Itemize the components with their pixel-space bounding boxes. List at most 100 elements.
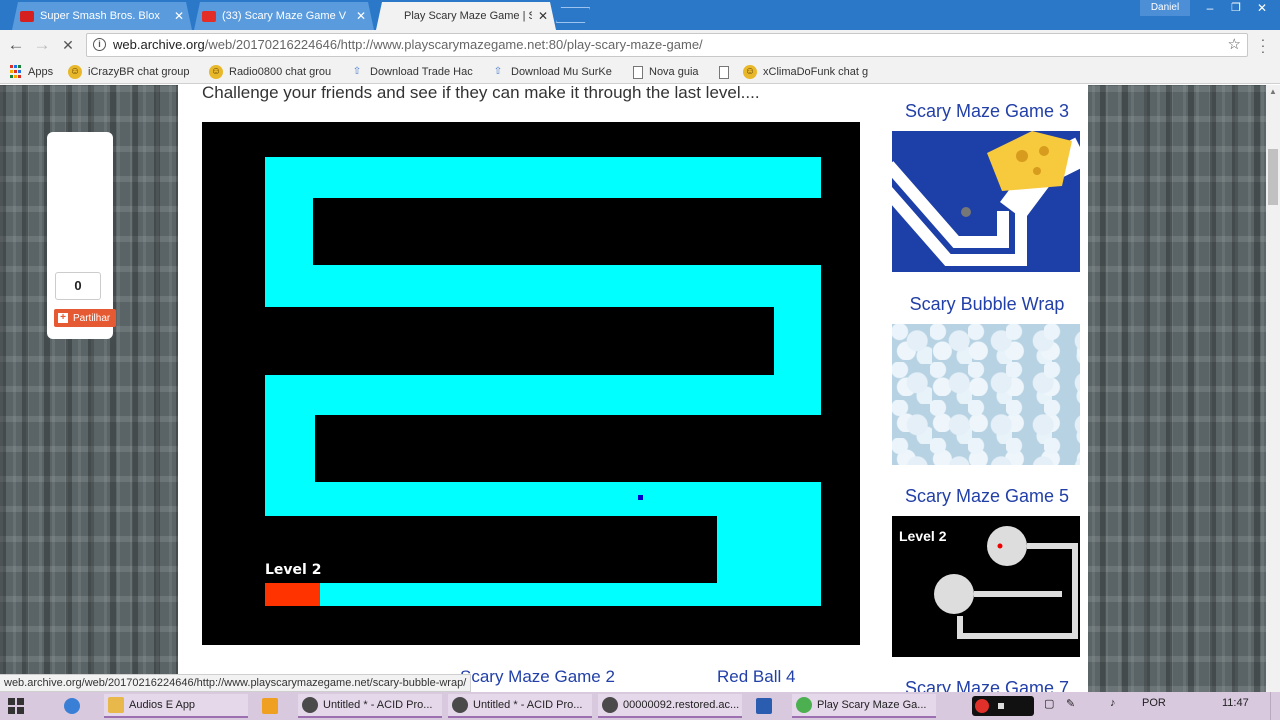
- main-content: Challenge your friends and see if they c…: [178, 85, 1088, 692]
- taskbar-item-label: Untitled * - ACID Pro...: [473, 699, 583, 711]
- intro-text: Challenge your friends and see if they c…: [202, 85, 760, 102]
- stop-record-icon[interactable]: [998, 703, 1004, 709]
- address-bar[interactable]: i web.archive.org/web/20170216224646/htt…: [86, 33, 1248, 57]
- url-host: web.archive.org: [113, 37, 205, 52]
- tab-scary-maze-video[interactable]: (33) Scary Maze Game V ✕: [194, 2, 374, 30]
- smiley-icon: ☺: [68, 65, 82, 79]
- bookmark-icrazybr[interactable]: ☺ iCrazyBR chat group: [68, 64, 196, 80]
- taskbar-item-app[interactable]: [752, 694, 782, 718]
- share-widget: 0 + Partilhar: [47, 132, 116, 339]
- acid-pro-icon: [302, 697, 318, 713]
- bookmark-label: Download Mu SurKe: [511, 66, 612, 78]
- scrollbar-thumb[interactable]: [1268, 149, 1278, 205]
- maze-path: [265, 265, 821, 307]
- windows-start-button[interactable]: [4, 694, 34, 718]
- youtube-favicon-icon: [202, 11, 216, 22]
- forward-button[interactable]: →: [31, 35, 53, 55]
- info-icon[interactable]: i: [93, 38, 106, 51]
- page-icon: [719, 65, 729, 79]
- thumbnail-level-label: Level 2: [899, 528, 947, 544]
- upload-arrow-icon: ⇧: [352, 66, 362, 77]
- tab-super-smash-bros[interactable]: Super Smash Bros. Blox ✕: [12, 2, 192, 30]
- maze-thumbnail-icon: [892, 131, 1080, 266]
- taskbar-item-restored[interactable]: 00000092.restored.ac...: [598, 694, 742, 718]
- network-icon[interactable]: ▢: [1044, 697, 1054, 710]
- title-bar: Super Smash Bros. Blox ✕ (33) Scary Maze…: [0, 0, 1280, 30]
- status-bar-url: web.archive.org/web/20170216224646/http:…: [0, 674, 472, 692]
- maze-game-canvas[interactable]: Level 2: [202, 122, 860, 645]
- sidebar-link-scary-maze-game-5[interactable]: Scary Maze Game 5: [892, 486, 1082, 507]
- stop-loading-button[interactable]: ✕: [57, 35, 79, 55]
- language-indicator[interactable]: POR: [1142, 697, 1166, 709]
- level-label: Level 2: [265, 562, 322, 578]
- taskbar-item-label: 00000092.restored.ac...: [623, 699, 740, 711]
- bookmark-apps[interactable]: Apps: [10, 64, 53, 80]
- tab-title: Play Scary Maze Game | S: [404, 10, 532, 22]
- close-tab-icon[interactable]: ✕: [174, 9, 184, 23]
- recording-controls[interactable]: [972, 696, 1034, 716]
- share-button-label: Partilhar: [73, 312, 111, 324]
- bookmark-xclimadofunk[interactable]: ☺ xClimaDoFunk chat g: [743, 64, 873, 80]
- sidebar-link-scary-maze-game-3[interactable]: Scary Maze Game 3: [892, 101, 1082, 122]
- upload-arrow-icon: ⇧: [493, 66, 503, 77]
- taskbar-item-media[interactable]: [258, 694, 288, 718]
- page-icon: [633, 65, 643, 79]
- page-scrollbar[interactable]: ▲: [1266, 85, 1280, 692]
- media-player-icon: [262, 698, 278, 714]
- internet-explorer-button[interactable]: [60, 694, 90, 718]
- bookmark-untitled[interactable]: [719, 64, 735, 80]
- browser-toolbar: ← → ✕ i web.archive.org/web/201702162246…: [0, 30, 1280, 60]
- scroll-up-icon[interactable]: ▲: [1266, 85, 1280, 99]
- taskbar-item-acid-1[interactable]: Untitled * - ACID Pro...: [298, 694, 442, 718]
- close-window-icon[interactable]: ✕: [1248, 0, 1276, 16]
- bookmark-label: xClimaDoFunk chat g: [763, 66, 869, 78]
- folder-icon: [108, 697, 124, 713]
- sidebar-link-scary-bubble-wrap[interactable]: Scary Bubble Wrap: [892, 294, 1082, 315]
- close-tab-icon[interactable]: ✕: [356, 9, 366, 23]
- new-tab-button[interactable]: [556, 7, 590, 23]
- link-scary-maze-game-2[interactable]: Scary Maze Game 2: [460, 667, 615, 687]
- user-profile-button[interactable]: Daniel: [1140, 0, 1190, 16]
- share-button[interactable]: + Partilhar: [54, 309, 116, 327]
- bookmark-download-trade[interactable]: ⇧ Download Trade Hac: [350, 64, 478, 80]
- app-icon: [756, 698, 772, 714]
- minimize-icon[interactable]: –: [1196, 0, 1224, 16]
- bookmark-radio0800[interactable]: ☺ Radio0800 chat grou: [209, 64, 339, 80]
- clock[interactable]: 11:47: [1222, 697, 1249, 709]
- windows-taskbar: Audios E App Untitled * - ACID Pro... Un…: [0, 692, 1280, 720]
- pause-record-icon[interactable]: [975, 699, 989, 713]
- link-red-ball-4[interactable]: Red Ball 4: [717, 667, 795, 687]
- bookmark-label: Apps: [28, 66, 54, 78]
- bookmark-nova-guia[interactable]: Nova guia: [633, 64, 699, 80]
- taskbar-item-label: Untitled * - ACID Pro...: [323, 699, 433, 711]
- plus-icon: +: [58, 313, 68, 323]
- tray-tool-icon[interactable]: ✎: [1066, 697, 1075, 710]
- player-dot: [638, 495, 643, 500]
- scary-maze-game-3-thumbnail[interactable]: [892, 131, 1080, 272]
- back-button[interactable]: ←: [5, 35, 27, 55]
- share-count: 0: [55, 272, 101, 300]
- bookmark-star-icon[interactable]: ☆: [1228, 34, 1241, 56]
- maze-path: [265, 375, 821, 415]
- tab-play-scary-maze-game[interactable]: Play Scary Maze Game | S ✕: [376, 2, 556, 30]
- taskbar-item-acid-2[interactable]: Untitled * - ACID Pro...: [448, 694, 592, 718]
- maze-path: [265, 157, 821, 198]
- sidebar-link-scary-maze-game-7[interactable]: Scary Maze Game 7: [892, 678, 1082, 692]
- page-viewport: 0 + Partilhar Challenge your friends and…: [0, 85, 1266, 692]
- show-desktop-button[interactable]: [1270, 692, 1280, 720]
- volume-icon[interactable]: ♪: [1110, 697, 1116, 709]
- taskbar-item-label: Play Scary Maze Ga...: [817, 699, 927, 711]
- close-tab-icon[interactable]: ✕: [538, 9, 548, 23]
- url-path: /web/20170216224646/http://www.playscary…: [204, 37, 703, 52]
- acid-pro-icon: [602, 697, 618, 713]
- bookmark-download-mu[interactable]: ⇧ Download Mu SurKe: [491, 64, 619, 80]
- taskbar-item-audios[interactable]: Audios E App: [104, 694, 248, 718]
- bookmark-label: Nova guia: [649, 66, 699, 78]
- bookmark-label: iCrazyBR chat group: [88, 66, 190, 78]
- restore-icon[interactable]: ❐: [1222, 0, 1250, 16]
- scary-maze-game-5-thumbnail[interactable]: Level 2: [892, 516, 1080, 657]
- menu-dots-icon[interactable]: · · ·: [1258, 32, 1268, 58]
- scary-bubble-wrap-thumbnail[interactable]: [892, 324, 1080, 465]
- maze-path: [320, 583, 821, 606]
- taskbar-item-chrome[interactable]: Play Scary Maze Ga...: [792, 694, 936, 718]
